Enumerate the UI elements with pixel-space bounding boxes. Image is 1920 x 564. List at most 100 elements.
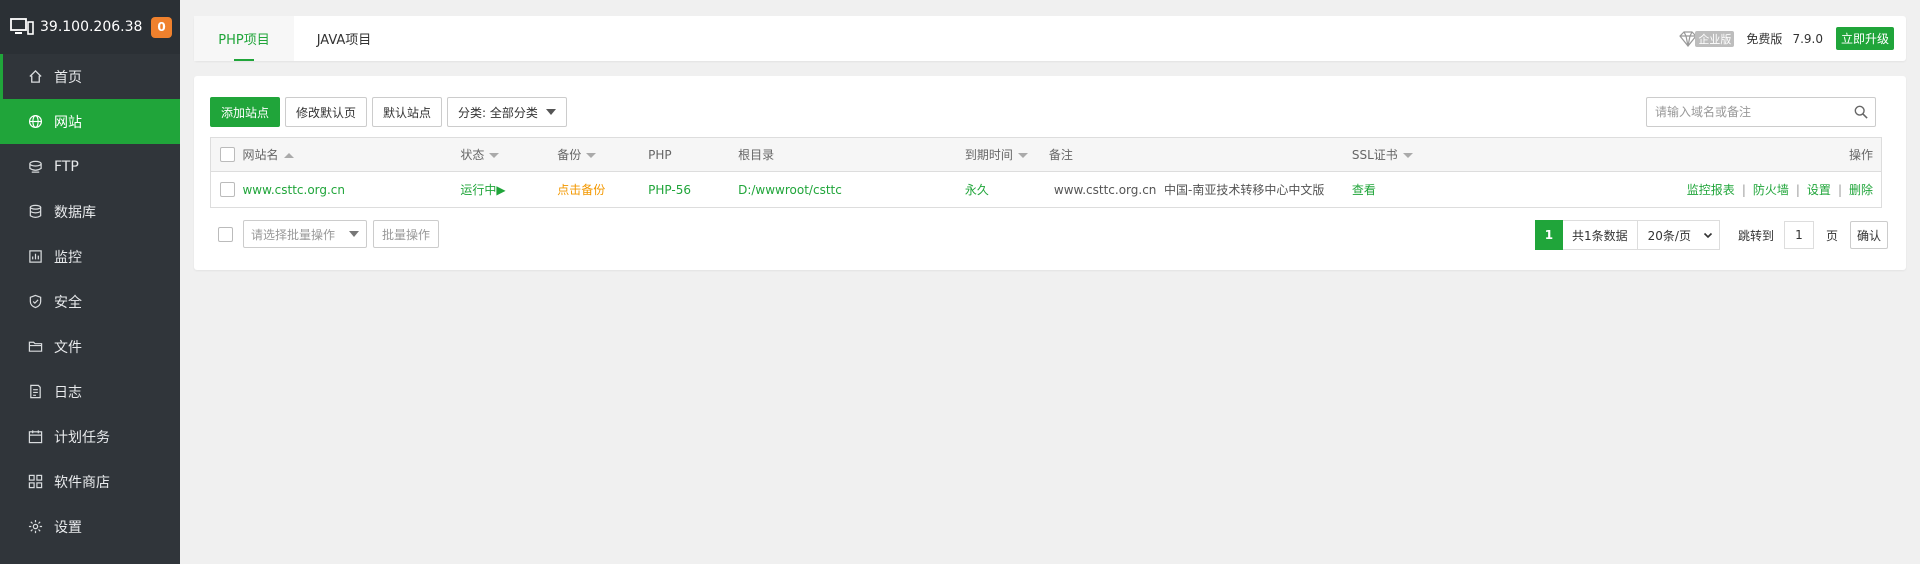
table-row: www.csttc.org.cn 运行中▶ 点击备份 PHP-56 D:/www… <box>210 171 1882 208</box>
select-all-checkbox[interactable] <box>220 147 235 162</box>
batch-select-checkbox[interactable] <box>218 226 233 242</box>
shield-icon <box>27 294 43 310</box>
caret-down-icon <box>349 231 359 237</box>
page-unit: 页 <box>1825 228 1838 243</box>
version-number: 7.9.0 <box>1792 31 1823 46</box>
sort-asc-icon <box>283 153 294 158</box>
sidebar-item-store[interactable]: 软件商店 <box>0 459 180 504</box>
col-site-name[interactable]: 网站名 <box>242 137 461 172</box>
edition-label: 免费版 <box>1746 32 1783 46</box>
sidebar-item-label: 文件 <box>54 339 82 356</box>
sidebar-item-label: 软件商店 <box>54 474 110 491</box>
sidebar-item-cron[interactable]: 计划任务 <box>0 414 180 459</box>
edition-info: 企业版 免费版 7.9.0 立即升级 <box>1679 16 1894 61</box>
project-tabs-bar: PHP项目 JAVA项目 企业版 免费版 7.9.0 立即升级 <box>194 16 1906 61</box>
sidebar-item-monitor[interactable]: 监控 <box>0 234 180 279</box>
sidebar-item-security[interactable]: 安全 <box>0 279 180 324</box>
backup-link[interactable]: 点击备份 <box>557 171 649 208</box>
col-ssl[interactable]: SSL证书 <box>1351 137 1552 172</box>
sidebar: 39.100.206.38 0 首页 网站 FTP 数据库 监控 安全 文件 日… <box>0 0 180 564</box>
site-name-link[interactable]: www.csttc.org.cn <box>242 171 461 208</box>
row-checkbox[interactable] <box>220 182 235 197</box>
php-version-link[interactable]: PHP-56 <box>648 171 739 208</box>
globe-icon <box>27 114 43 130</box>
notice-badge[interactable]: 0 <box>151 16 172 38</box>
total-count: 共1条数据 <box>1562 220 1638 250</box>
sidebar-item-logs[interactable]: 日志 <box>0 369 180 414</box>
batch-select-dropdown[interactable]: 请选择批量操作 <box>243 220 367 248</box>
ftp-icon <box>27 159 43 175</box>
col-expire-label: 到期时间 <box>964 148 1013 162</box>
pagination: 1 共1条数据 20条/页 跳转到 1 页 确认 <box>1534 220 1888 250</box>
sidebar-item-label: 计划任务 <box>54 429 110 446</box>
sidebar-item-database[interactable]: 数据库 <box>0 189 180 234</box>
enterprise-badge[interactable]: 企业版 <box>1679 30 1735 47</box>
separator: | <box>1837 183 1842 197</box>
tab-php-projects[interactable]: PHP项目 <box>194 16 294 61</box>
separator: | <box>1741 183 1746 197</box>
col-backup-label: 备份 <box>557 148 582 162</box>
ssl-link[interactable]: 查看 <box>1351 171 1552 208</box>
col-expire[interactable]: 到期时间 <box>964 137 1049 172</box>
search-icon[interactable] <box>1847 98 1875 126</box>
sidebar-item-ftp[interactable]: FTP <box>0 144 180 189</box>
col-actions: 操作 <box>1551 137 1882 172</box>
category-dropdown[interactable]: 分类: 全部分类 <box>447 97 567 127</box>
table-header-row: 网站名 状态 备份 PHP 根目录 到期时间 备注 SSL证书 操作 <box>210 137 1882 172</box>
batch-select-placeholder: 请选择批量操作 <box>251 227 336 242</box>
delete-link[interactable]: 删除 <box>1849 183 1873 197</box>
sidebar-item-label: 数据库 <box>54 204 96 221</box>
sidebar-item-label: 网站 <box>54 114 82 131</box>
default-site-button[interactable]: 默认站点 <box>372 97 443 127</box>
tab-java-projects[interactable]: JAVA项目 <box>294 16 394 61</box>
gear-icon <box>27 519 43 535</box>
select-all-cell <box>210 137 243 172</box>
site-search <box>1646 97 1876 127</box>
note-text[interactable]: www.csttc.org.cn 中国-南亚技术转移中心中文版 <box>1048 171 1352 208</box>
sort-desc-icon <box>586 153 597 158</box>
col-root: 根目录 <box>738 137 965 172</box>
monitor-report-link[interactable]: 监控报表 <box>1687 183 1735 197</box>
calendar-icon <box>27 429 43 445</box>
page-size-value: 20条/页 <box>1647 228 1691 243</box>
col-php: PHP <box>648 137 739 172</box>
site-table: 网站名 状态 备份 PHP 根目录 到期时间 备注 SSL证书 操作 www.c… <box>210 137 1882 208</box>
folder-icon <box>27 339 43 355</box>
database-icon <box>27 204 43 220</box>
row-select-cell <box>210 171 243 208</box>
category-label: 分类: 全部分类 <box>458 105 538 120</box>
batch-operation-button[interactable]: 批量操作 <box>373 220 440 248</box>
sidebar-item-home[interactable]: 首页 <box>0 54 180 99</box>
chevron-down-icon <box>1703 230 1713 240</box>
monitor-icon <box>10 18 34 35</box>
settings-link[interactable]: 设置 <box>1807 183 1831 197</box>
upgrade-button[interactable]: 立即升级 <box>1835 27 1894 50</box>
add-site-button[interactable]: 添加站点 <box>210 97 281 127</box>
row-actions: 监控报表 | 防火墙 | 设置 | 删除 <box>1551 171 1882 208</box>
jump-page-input[interactable]: 1 <box>1783 221 1814 249</box>
sidebar-item-label: 设置 <box>54 519 82 536</box>
col-backup[interactable]: 备份 <box>557 137 649 172</box>
firewall-link[interactable]: 防火墙 <box>1753 183 1789 197</box>
col-status[interactable]: 状态 <box>460 137 558 172</box>
expire-link[interactable]: 永久 <box>964 171 1049 208</box>
server-header[interactable]: 39.100.206.38 0 <box>0 0 180 54</box>
page-current[interactable]: 1 <box>1534 220 1563 250</box>
sort-desc-icon <box>1017 153 1028 158</box>
sidebar-item-label: 监控 <box>54 249 82 266</box>
col-note: 备注 <box>1048 137 1352 172</box>
search-input[interactable] <box>1647 98 1847 126</box>
jump-label: 跳转到 <box>1737 228 1774 243</box>
root-dir-link[interactable]: D:/wwwroot/csttc <box>738 171 965 208</box>
edit-default-page-button[interactable]: 修改默认页 <box>285 97 368 127</box>
site-status-toggle[interactable]: 运行中▶ <box>460 171 558 208</box>
page-size-select[interactable]: 20条/页 <box>1637 220 1720 250</box>
home-icon <box>27 69 43 85</box>
sidebar-item-website[interactable]: 网站 <box>0 99 180 144</box>
jump-confirm-button[interactable]: 确认 <box>1849 221 1888 249</box>
monitor-icon <box>27 249 43 265</box>
site-toolbar: 添加站点 修改默认页 默认站点 分类: 全部分类 <box>210 97 572 127</box>
sidebar-item-settings[interactable]: 设置 <box>0 504 180 549</box>
sidebar-item-files[interactable]: 文件 <box>0 324 180 369</box>
separator: | <box>1795 183 1800 197</box>
